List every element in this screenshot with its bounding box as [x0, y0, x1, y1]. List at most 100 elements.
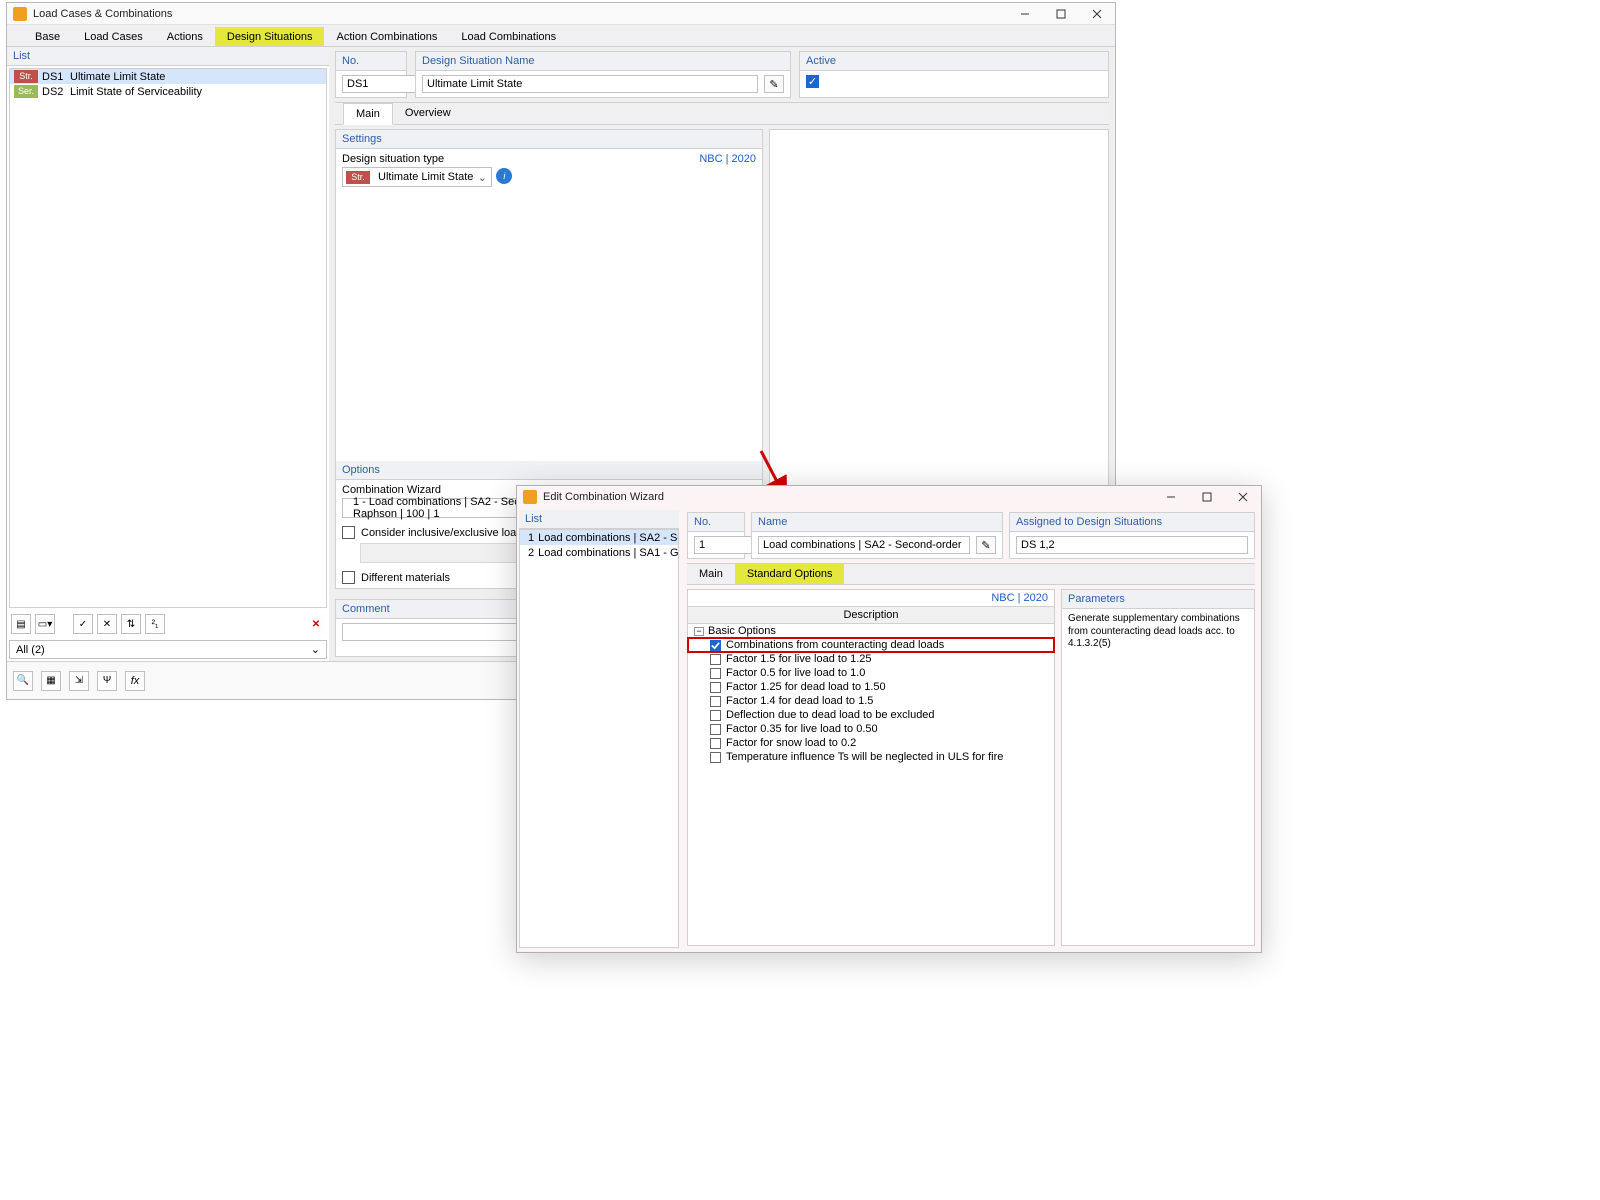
checkbox[interactable] [710, 710, 721, 721]
collapse-icon[interactable]: − [694, 627, 704, 636]
checkbox[interactable] [710, 724, 721, 735]
check-button[interactable]: ✓ [73, 614, 93, 634]
tree-option[interactable]: Factor 0.5 for live load to 1.0 [688, 666, 1054, 680]
renumber-button[interactable]: ²₁ [145, 614, 165, 634]
badge: Str. [14, 70, 38, 83]
item-name: Ultimate Limit State [70, 71, 165, 83]
filter-dropdown[interactable]: All (2) ⌄ [9, 640, 327, 659]
tree-button[interactable]: ⇲ [69, 671, 89, 691]
subtab-overview[interactable]: Overview [393, 103, 463, 124]
design-situations-list[interactable]: Str.DS1Ultimate Limit StateSer.DS2Limit … [9, 68, 327, 608]
main-tabs: BaseLoad CasesActionsDesign SituationsAc… [7, 25, 1115, 47]
edit-name-button[interactable]: ✎ [764, 75, 784, 93]
tree-group[interactable]: −Basic Options [688, 624, 1054, 638]
item-code: DS1 [42, 71, 70, 83]
new-button[interactable]: ▤ [11, 614, 31, 634]
cw-name-edit-button[interactable]: ✎ [976, 536, 996, 554]
close-button[interactable] [1225, 486, 1261, 508]
options-header: Options [336, 461, 762, 480]
minimize-button[interactable] [1153, 486, 1189, 508]
checkbox[interactable] [710, 640, 721, 651]
field-no: No. [335, 51, 407, 98]
item-code: DS2 [42, 86, 70, 98]
subtab-main[interactable]: Main [343, 103, 393, 125]
minimize-button[interactable] [1007, 3, 1043, 25]
modal-tab-standard-options[interactable]: Standard Options [735, 564, 845, 584]
checkbox[interactable] [710, 696, 721, 707]
tree-option[interactable]: Factor 1.4 for dead load to 1.5 [688, 694, 1054, 708]
cw-no-field: No. [687, 512, 745, 559]
options-tree[interactable]: −Basic OptionsCombinations from countera… [688, 624, 1054, 764]
maximize-button[interactable] [1043, 3, 1079, 25]
tree-option[interactable]: Factor for snow load to 0.2 [688, 736, 1054, 750]
chk-inclusive[interactable] [342, 526, 355, 539]
graph-button[interactable]: Ψ [97, 671, 117, 691]
zoom-button[interactable]: 🔍 [13, 671, 33, 691]
dstype-label: Design situation type [342, 153, 444, 165]
tab-load-combinations[interactable]: Load Combinations [449, 27, 568, 46]
close-button[interactable] [1079, 3, 1115, 25]
reorder-button[interactable]: ⇅ [121, 614, 141, 634]
checkbox[interactable] [710, 738, 721, 749]
modal-titlebar: Edit Combination Wizard [517, 486, 1261, 508]
cw-list[interactable]: 1Load combinations | SA2 - Secon2Load co… [519, 529, 679, 948]
nbc-code: NBC | 2020 [699, 153, 756, 165]
parameters-panel: Parameters Generate supplementary combin… [1061, 589, 1255, 946]
func-button[interactable]: fx [125, 671, 145, 691]
tree-option[interactable]: Factor 1.25 for dead load to 1.50 [688, 680, 1054, 694]
tree-option[interactable]: Factor 0.35 for live load to 0.50 [688, 722, 1054, 736]
active-checkbox[interactable]: ✓ [806, 75, 819, 88]
parameters-text: Generate supplementary combinations from… [1062, 609, 1254, 655]
dstype-value: Ultimate Limit State [374, 171, 473, 183]
tree-option[interactable]: Combinations from counteracting dead loa… [688, 638, 1054, 652]
checkbox[interactable] [710, 654, 721, 665]
delete-button[interactable]: ✕ [307, 614, 325, 634]
info-icon[interactable]: i [496, 168, 512, 184]
list-item[interactable]: Str. DS1Ultimate Limit State [10, 69, 326, 84]
cw-assigned-input[interactable] [1016, 536, 1248, 554]
cw-name-input[interactable] [758, 536, 970, 554]
modal-nbc: NBC | 2020 [991, 592, 1048, 604]
copy-button[interactable]: ▭▾ [35, 614, 55, 634]
edit-combination-wizard-dialog: Edit Combination Wizard List 1Load combi… [516, 485, 1262, 953]
cw-assigned-field: Assigned to Design Situations [1009, 512, 1255, 559]
sub-tabs: MainOverview [335, 102, 1109, 125]
titlebar: Load Cases & Combinations [7, 3, 1115, 25]
modal-icon [523, 490, 537, 504]
view-button[interactable]: ▦ [41, 671, 61, 691]
cw-assigned-header: Assigned to Design Situations [1010, 513, 1254, 532]
tree-option[interactable]: Factor 1.5 for live load to 1.25 [688, 652, 1054, 666]
field-name: Design Situation Name ✎ [415, 51, 791, 98]
chk-materials[interactable] [342, 571, 355, 584]
checkbox[interactable] [710, 668, 721, 679]
tab-actions[interactable]: Actions [155, 27, 215, 46]
list-toolbar: ▤ ▭▾ ✓ ✕ ⇅ ²₁ ✕ [7, 610, 329, 638]
description-header: Description [688, 606, 1054, 624]
checkbox[interactable] [710, 752, 721, 763]
cw-list-item[interactable]: 1Load combinations | SA2 - Secon [520, 530, 678, 545]
badge: Ser. [14, 85, 38, 98]
tree-option[interactable]: Temperature influence Ts will be neglect… [688, 750, 1054, 764]
checkbox[interactable] [710, 682, 721, 693]
cw-no-header: No. [688, 513, 744, 532]
cw-list-item[interactable]: 2Load combinations | SA1 - Geom [520, 545, 678, 560]
dstype-dropdown[interactable]: Str. Ultimate Limit State ⌄ [342, 167, 492, 187]
tab-design-situations[interactable]: Design Situations [215, 27, 325, 46]
tab-action-combinations[interactable]: Action Combinations [324, 27, 449, 46]
modal-title: Edit Combination Wizard [543, 491, 1153, 503]
tab-base[interactable]: Base [23, 27, 72, 46]
name-input[interactable] [422, 75, 758, 93]
app-icon [13, 7, 27, 21]
chk-materials-label: Different materials [361, 572, 450, 584]
maximize-button[interactable] [1189, 486, 1225, 508]
uncheck-button[interactable]: ✕ [97, 614, 117, 634]
active-header: Active [800, 52, 1108, 71]
filter-text: All (2) [16, 644, 45, 656]
tree-option[interactable]: Deflection due to dead load to be exclud… [688, 708, 1054, 722]
chevron-down-icon: ⌄ [311, 643, 320, 656]
modal-tab-main[interactable]: Main [687, 564, 735, 584]
modal-right-pane: No. Name ✎ Assigned to Design Situations… [681, 508, 1261, 950]
parameters-header: Parameters [1062, 590, 1254, 609]
list-item[interactable]: Ser.DS2Limit State of Serviceability [10, 84, 326, 99]
tab-load-cases[interactable]: Load Cases [72, 27, 155, 46]
